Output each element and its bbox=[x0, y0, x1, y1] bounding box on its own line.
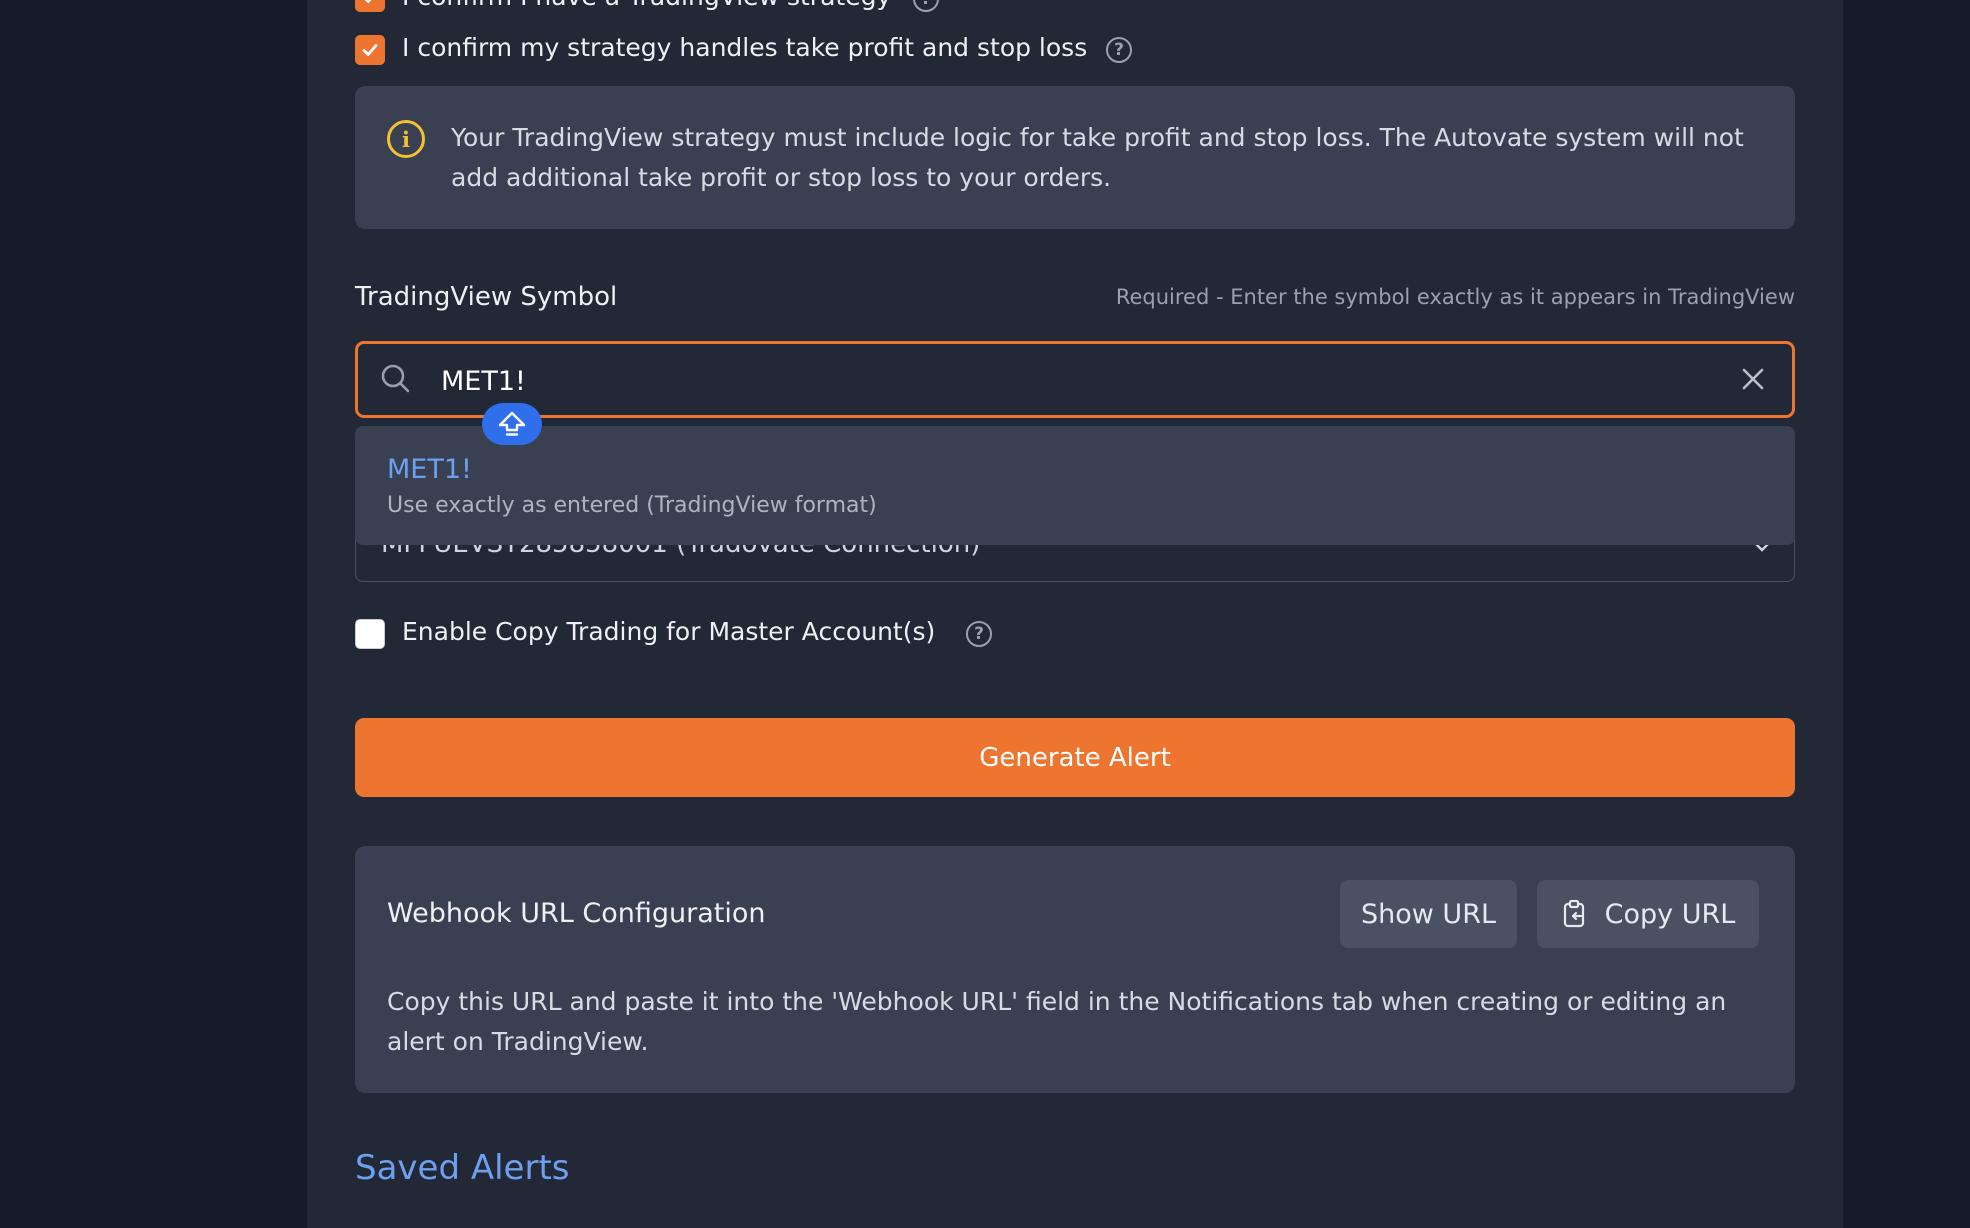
symbol-field-label: TradingView Symbol bbox=[355, 282, 618, 312]
info-circle-icon: i bbox=[387, 120, 425, 158]
copy-url-label: Copy URL bbox=[1604, 898, 1736, 930]
webhook-description: Copy this URL and paste it into the 'Web… bbox=[387, 987, 1727, 1056]
webhook-config-card: Webhook URL Configuration Show URL Copy … bbox=[355, 846, 1795, 1093]
suggestion-subtitle: Use exactly as entered (TradingView form… bbox=[387, 493, 877, 518]
help-icon[interactable]: ? bbox=[1106, 37, 1132, 63]
show-url-button[interactable]: Show URL bbox=[1340, 880, 1517, 948]
show-url-label: Show URL bbox=[1361, 898, 1496, 930]
check-icon bbox=[364, 0, 372, 3]
symbol-search-field[interactable] bbox=[355, 341, 1795, 418]
close-icon[interactable] bbox=[1740, 366, 1766, 392]
symbol-field-hint: Required - Enter the symbol exactly as i… bbox=[1115, 285, 1795, 309]
clipboard-icon bbox=[1563, 899, 1584, 928]
check-icon bbox=[362, 44, 378, 56]
copy-trading-label: Enable Copy Trading for Master Account(s… bbox=[402, 617, 936, 646]
help-icon[interactable]: ? bbox=[966, 621, 992, 647]
confirm-strategy-checkbox[interactable] bbox=[355, 0, 385, 12]
suggestion-title[interactable]: MET1! bbox=[387, 454, 472, 485]
info-notice-text: Your TradingView strategy must include l… bbox=[451, 123, 1744, 192]
generate-alert-button[interactable]: Generate Alert bbox=[355, 718, 1795, 797]
webhook-title: Webhook URL Configuration bbox=[387, 898, 766, 929]
search-icon bbox=[381, 364, 410, 393]
copy-trading-checkbox[interactable] bbox=[355, 619, 385, 649]
symbol-suggestions-dropdown: MET1! Use exactly as entered (TradingVie… bbox=[355, 426, 1795, 545]
copy-url-button[interactable]: Copy URL bbox=[1537, 880, 1759, 948]
confirm-strategy-label: I confirm I have a TradingView strategy bbox=[402, 0, 891, 11]
symbol-search-input[interactable] bbox=[439, 358, 1643, 404]
confirm-tp-sl-checkbox[interactable] bbox=[355, 35, 385, 65]
saved-alerts-heading[interactable]: Saved Alerts bbox=[355, 1148, 570, 1188]
info-notice: i Your TradingView strategy must include… bbox=[355, 86, 1795, 229]
confirm-tp-sl-label: I confirm my strategy handles take profi… bbox=[402, 33, 1088, 62]
shift-arrow-icon bbox=[498, 411, 526, 436]
shift-key-badge bbox=[482, 403, 542, 445]
